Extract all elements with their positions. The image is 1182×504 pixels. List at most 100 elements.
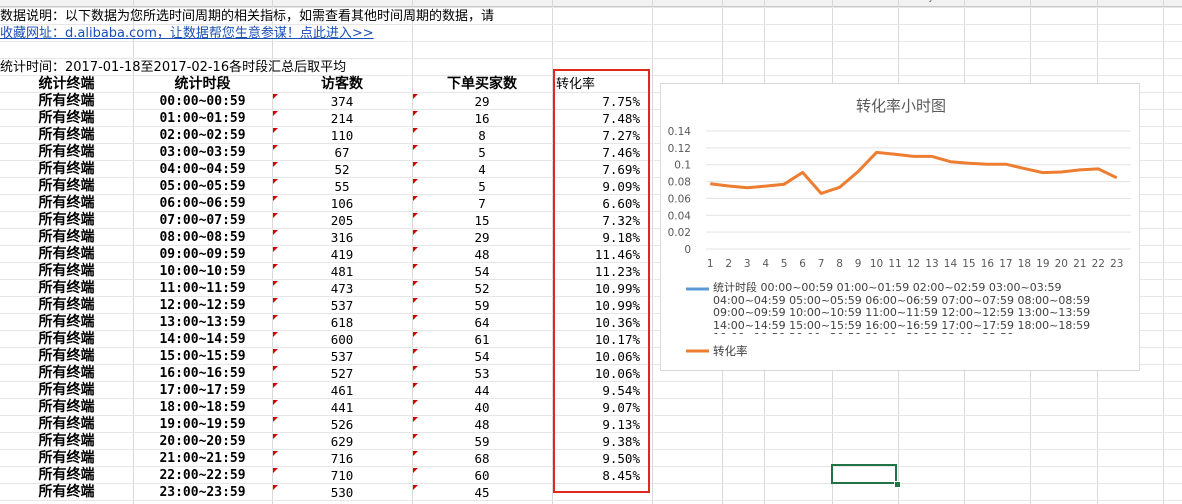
cell-visitors[interactable]: 110 bbox=[272, 127, 412, 144]
cell-period[interactable]: 23:00~23:59 bbox=[133, 484, 272, 501]
cell-visitors[interactable]: 600 bbox=[272, 331, 412, 348]
cell-buyers[interactable]: 48 bbox=[412, 416, 552, 433]
cell-period[interactable]: 12:00~12:59 bbox=[133, 297, 272, 314]
cell-buyers[interactable]: 59 bbox=[412, 433, 552, 450]
cell-terminal[interactable]: 所有终端 bbox=[0, 467, 133, 484]
comment-indicator-icon[interactable] bbox=[413, 332, 418, 337]
cell-buyers[interactable]: 29 bbox=[412, 93, 552, 110]
cell-terminal[interactable]: 所有终端 bbox=[0, 433, 133, 450]
cell-terminal[interactable]: 所有终端 bbox=[0, 416, 133, 433]
cell-buyers[interactable]: 64 bbox=[412, 314, 552, 331]
cell-terminal[interactable]: 所有终端 bbox=[0, 399, 133, 416]
cell-terminal[interactable]: 所有终端 bbox=[0, 93, 133, 110]
cell-period[interactable]: 06:00~06:59 bbox=[133, 195, 272, 212]
cell-buyers[interactable]: 59 bbox=[412, 297, 552, 314]
comment-indicator-icon[interactable] bbox=[273, 247, 278, 252]
comment-indicator-icon[interactable] bbox=[273, 213, 278, 218]
cell-terminal[interactable]: 所有终端 bbox=[0, 484, 133, 501]
comment-indicator-icon[interactable] bbox=[413, 298, 418, 303]
comment-indicator-icon[interactable] bbox=[413, 451, 418, 456]
cell-buyers[interactable]: 61 bbox=[412, 331, 552, 348]
cell-terminal[interactable]: 所有终端 bbox=[0, 382, 133, 399]
cell-visitors[interactable]: 537 bbox=[272, 297, 412, 314]
comment-indicator-icon[interactable] bbox=[273, 434, 278, 439]
cell-terminal[interactable]: 所有终端 bbox=[0, 365, 133, 382]
cell-visitors[interactable]: 526 bbox=[272, 416, 412, 433]
cell-buyers[interactable]: 68 bbox=[412, 450, 552, 467]
active-cell-selection[interactable] bbox=[831, 464, 897, 484]
comment-indicator-icon[interactable] bbox=[273, 468, 278, 473]
cell-terminal[interactable]: 所有终端 bbox=[0, 110, 133, 127]
cell-buyers[interactable]: 16 bbox=[412, 110, 552, 127]
cell-buyers[interactable]: 60 bbox=[412, 467, 552, 484]
cell-visitors[interactable]: 618 bbox=[272, 314, 412, 331]
column-letter[interactable]: H bbox=[788, 0, 808, 3]
cell-period[interactable]: 09:00~09:59 bbox=[133, 246, 272, 263]
cell-terminal[interactable]: 所有终端 bbox=[0, 297, 133, 314]
cell-period[interactable]: 15:00~15:59 bbox=[133, 348, 272, 365]
comment-indicator-icon[interactable] bbox=[273, 94, 278, 99]
cell-visitors[interactable]: 530 bbox=[272, 484, 412, 501]
cell-period[interactable]: 18:00~18:59 bbox=[133, 399, 272, 416]
comment-indicator-icon[interactable] bbox=[413, 145, 418, 150]
cell-terminal[interactable]: 所有终端 bbox=[0, 178, 133, 195]
cell-visitors[interactable]: 67 bbox=[272, 144, 412, 161]
cell-buyers[interactable]: 5 bbox=[412, 178, 552, 195]
cell-buyers[interactable]: 45 bbox=[412, 484, 552, 501]
cell-visitors[interactable]: 316 bbox=[272, 229, 412, 246]
cell-terminal[interactable]: 所有终端 bbox=[0, 212, 133, 229]
cell-visitors[interactable]: 473 bbox=[272, 280, 412, 297]
header-period[interactable]: 统计时段 bbox=[133, 76, 272, 93]
cell-visitors[interactable]: 710 bbox=[272, 467, 412, 484]
comment-indicator-icon[interactable] bbox=[273, 451, 278, 456]
cell-visitors[interactable]: 461 bbox=[272, 382, 412, 399]
cell-terminal[interactable]: 所有终端 bbox=[0, 331, 133, 348]
comment-indicator-icon[interactable] bbox=[413, 468, 418, 473]
cell-period[interactable]: 08:00~08:59 bbox=[133, 229, 272, 246]
comment-indicator-icon[interactable] bbox=[273, 111, 278, 116]
comment-indicator-icon[interactable] bbox=[413, 383, 418, 388]
cell-visitors[interactable]: 441 bbox=[272, 399, 412, 416]
cell-period[interactable]: 05:00~05:59 bbox=[133, 178, 272, 195]
comment-indicator-icon[interactable] bbox=[273, 230, 278, 235]
comment-indicator-icon[interactable] bbox=[273, 332, 278, 337]
header-terminal[interactable]: 统计终端 bbox=[0, 76, 133, 93]
fill-handle[interactable] bbox=[894, 481, 901, 488]
cell-visitors[interactable]: 106 bbox=[272, 195, 412, 212]
cell-period[interactable]: 16:00~16:59 bbox=[133, 365, 272, 382]
cell-buyers[interactable]: 8 bbox=[412, 127, 552, 144]
comment-indicator-icon[interactable] bbox=[413, 417, 418, 422]
cell-terminal[interactable]: 所有终端 bbox=[0, 195, 133, 212]
cell-terminal[interactable]: 所有终端 bbox=[0, 314, 133, 331]
cell-period[interactable]: 03:00~03:59 bbox=[133, 144, 272, 161]
cell-period[interactable]: 02:00~02:59 bbox=[133, 127, 272, 144]
comment-indicator-icon[interactable] bbox=[273, 162, 278, 167]
cell-visitors[interactable]: 629 bbox=[272, 433, 412, 450]
cell-buyers[interactable]: 54 bbox=[412, 348, 552, 365]
comment-indicator-icon[interactable] bbox=[273, 128, 278, 133]
conversion-rate-chart[interactable]: 转化率小时图 0.14 0.12 0.1 0.08 0.06 0.04 0.02 0 1 2 3 4 5 6… bbox=[660, 83, 1140, 371]
cell-terminal[interactable]: 所有终端 bbox=[0, 450, 133, 467]
comment-indicator-icon[interactable] bbox=[273, 366, 278, 371]
cell-terminal[interactable]: 所有终端 bbox=[0, 280, 133, 297]
cell-period[interactable]: 00:00~00:59 bbox=[133, 93, 272, 110]
comment-indicator-icon[interactable] bbox=[273, 349, 278, 354]
comment-indicator-icon[interactable] bbox=[413, 179, 418, 184]
comment-indicator-icon[interactable] bbox=[273, 315, 278, 320]
comment-indicator-icon[interactable] bbox=[413, 349, 418, 354]
cell-visitors[interactable]: 527 bbox=[272, 365, 412, 382]
column-letter[interactable]: D bbox=[472, 0, 492, 3]
cell-terminal[interactable]: 所有终端 bbox=[0, 144, 133, 161]
cell-period[interactable]: 22:00~22:59 bbox=[133, 467, 272, 484]
cell-period[interactable]: 21:00~21:59 bbox=[133, 450, 272, 467]
cell-buyers[interactable]: 54 bbox=[412, 263, 552, 280]
cell-period[interactable]: 07:00~07:59 bbox=[133, 212, 272, 229]
comment-indicator-icon[interactable] bbox=[413, 281, 418, 286]
cell-terminal[interactable]: 所有终端 bbox=[0, 127, 133, 144]
cell-visitors[interactable]: 374 bbox=[272, 93, 412, 110]
comment-indicator-icon[interactable] bbox=[413, 315, 418, 320]
cell-period[interactable]: 11:00~11:59 bbox=[133, 280, 272, 297]
cell-visitors[interactable]: 52 bbox=[272, 161, 412, 178]
cell-visitors[interactable]: 419 bbox=[272, 246, 412, 263]
cell-buyers[interactable]: 29 bbox=[412, 229, 552, 246]
